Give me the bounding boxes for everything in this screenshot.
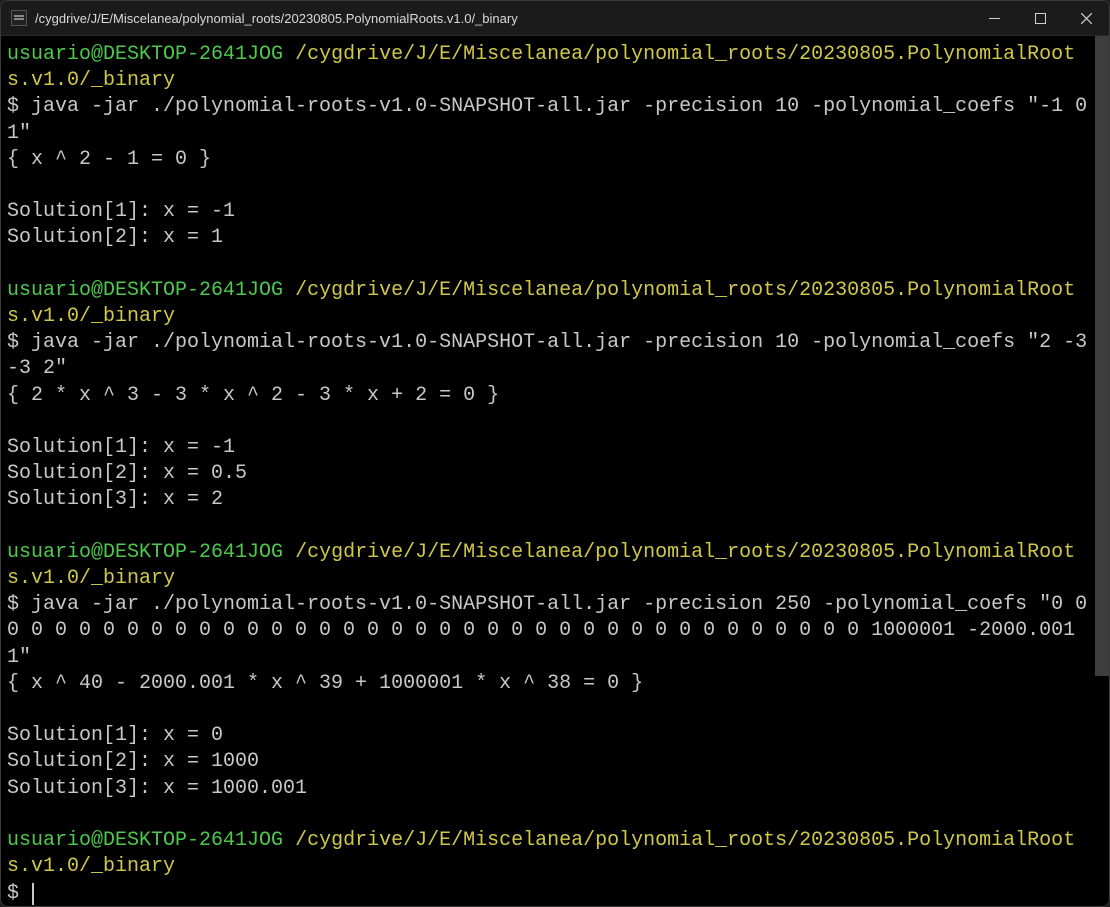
- terminal-window: /cygdrive/J/E/Miscelanea/polynomial_root…: [0, 0, 1110, 907]
- titlebar[interactable]: /cygdrive/J/E/Miscelanea/polynomial_root…: [1, 1, 1109, 36]
- scrollbar-thumb[interactable]: [1095, 36, 1109, 676]
- cursor: [32, 883, 34, 905]
- scrollbar[interactable]: [1095, 36, 1109, 907]
- terminal-output[interactable]: usuario@DESKTOP-2641JOG /cygdrive/J/E/Mi…: [1, 36, 1095, 907]
- close-button[interactable]: [1063, 1, 1109, 35]
- terminal-body: usuario@DESKTOP-2641JOG /cygdrive/J/E/Mi…: [1, 36, 1109, 907]
- minimize-button[interactable]: [971, 1, 1017, 35]
- app-icon: [11, 10, 27, 26]
- window-title: /cygdrive/J/E/Miscelanea/polynomial_root…: [35, 11, 971, 26]
- maximize-button[interactable]: [1017, 1, 1063, 35]
